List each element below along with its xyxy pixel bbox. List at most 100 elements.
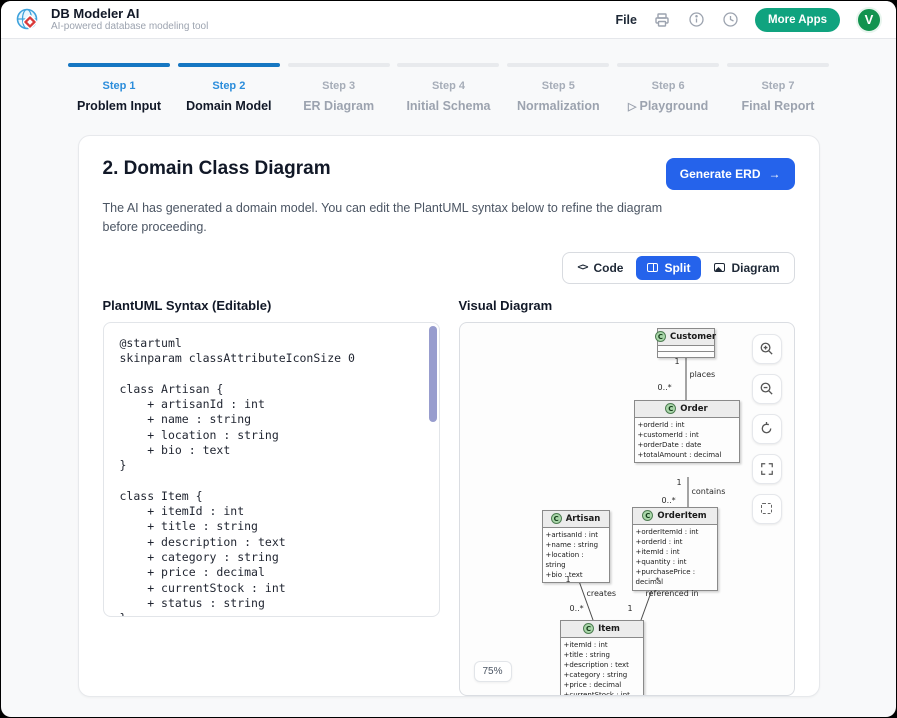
view-code-button[interactable]: <> Code <box>566 256 634 280</box>
attribute: +orderItemId : int <box>636 527 714 537</box>
fit-icon <box>761 503 772 514</box>
step-label: ▷Playground <box>617 99 719 113</box>
step-number: Step 2 <box>178 80 280 92</box>
attribute: +purchasePrice : decimal <box>636 567 714 587</box>
view-split-button[interactable]: Split <box>636 256 701 280</box>
code-icon: <> <box>577 262 587 273</box>
uml-class-order[interactable]: COrder +orderId : int +customerId : int … <box>634 400 740 464</box>
attribute: +itemId : int <box>636 547 714 557</box>
fullscreen-button[interactable] <box>752 454 782 484</box>
attribute: +bio : text <box>546 570 606 580</box>
plantuml-editor[interactable]: @startuml skinparam classAttributeIconSi… <box>103 322 440 617</box>
step-er-diagram[interactable]: Step 3 ER Diagram <box>288 63 390 113</box>
attribute: +totalAmount : decimal <box>638 450 736 460</box>
attribute: +quantity : int <box>636 557 714 567</box>
step-progress-bar <box>397 63 499 67</box>
fit-to-screen-button[interactable] <box>752 494 782 524</box>
step-problem-input[interactable]: Step 1 Problem Input <box>68 63 170 113</box>
uml-class-customer[interactable]: CCustomer <box>657 328 715 358</box>
reset-view-button[interactable] <box>752 414 782 444</box>
attribute: +title : string <box>564 650 640 660</box>
step-initial-schema[interactable]: Step 4 Initial Schema <box>397 63 499 113</box>
attribute: +location : string <box>546 550 606 570</box>
app-title: DB Modeler AI <box>51 7 208 22</box>
app-logo-icon <box>15 7 41 33</box>
more-apps-button[interactable]: More Apps <box>755 8 840 32</box>
view-diagram-button[interactable]: Diagram <box>703 256 790 280</box>
wizard-stepper: Step 1 Problem Input Step 2 Domain Model… <box>68 63 829 113</box>
step-number: Step 5 <box>507 80 609 92</box>
step-domain-model[interactable]: Step 2 Domain Model <box>178 63 280 113</box>
step-label: Final Report <box>727 99 829 113</box>
user-avatar[interactable]: V <box>856 7 882 33</box>
attribute: +itemId : int <box>564 640 640 650</box>
step-playground[interactable]: Step 6 ▷Playground <box>617 63 719 113</box>
step-number: Step 7 <box>727 80 829 92</box>
edge-label-creates: creates <box>587 589 617 598</box>
attribute: +name : string <box>546 540 606 550</box>
multiplicity-label: 1 <box>628 604 633 613</box>
print-icon[interactable] <box>653 11 671 29</box>
attribute: +category : string <box>564 670 640 680</box>
multiplicity-label: * <box>656 576 660 585</box>
step-number: Step 6 <box>617 80 719 92</box>
step-progress-bar <box>727 63 829 67</box>
image-icon <box>714 263 725 272</box>
step-normalization[interactable]: Step 5 Normalization <box>507 63 609 113</box>
plantuml-code[interactable]: @startuml skinparam classAttributeIconSi… <box>104 323 439 617</box>
play-icon: ▷ <box>628 101 636 113</box>
empty-compartment <box>658 351 714 357</box>
edge-label-referenced-in: referenced in <box>646 589 699 598</box>
diagram-canvas[interactable]: CCustomer COrder +orderId : int +custome… <box>459 322 795 696</box>
attribute: +orderId : int <box>636 537 714 547</box>
history-icon[interactable] <box>721 11 739 29</box>
attribute: +currentStock : int <box>564 690 640 695</box>
attribute: +description : text <box>564 660 640 670</box>
domain-model-panel: 2. Domain Class Diagram Generate ERD→ Th… <box>78 135 820 697</box>
uml-class-artisan[interactable]: CArtisan +artisanId : int +name : string… <box>542 510 610 584</box>
edge-label-contains: contains <box>692 487 726 496</box>
app-window: DB Modeler AI AI-powered database modeli… <box>1 1 896 717</box>
editor-heading: PlantUML Syntax (Editable) <box>103 298 440 313</box>
arrow-right-icon: → <box>769 167 781 181</box>
step-progress-bar <box>288 63 390 67</box>
app-subtitle: AI-powered database modeling tool <box>51 21 208 32</box>
step-label: ER Diagram <box>288 99 390 113</box>
zoom-level-badge: 75% <box>474 661 512 682</box>
step-progress-bar <box>617 63 719 67</box>
uml-class-item[interactable]: CItem +itemId : int +title : string +des… <box>560 620 644 696</box>
generate-erd-button[interactable]: Generate ERD→ <box>666 158 795 190</box>
app-header: DB Modeler AI AI-powered database modeli… <box>1 1 896 39</box>
panel-description: The AI has generated a domain model. You… <box>103 199 668 238</box>
attribute: +customerId : int <box>638 430 736 440</box>
split-icon <box>647 263 658 272</box>
zoom-in-button[interactable] <box>752 334 782 364</box>
zoom-out-button[interactable] <box>752 374 782 404</box>
class-icon: C <box>655 331 666 342</box>
class-icon: C <box>642 510 653 521</box>
file-menu[interactable]: File <box>615 13 637 27</box>
step-final-report[interactable]: Step 7 Final Report <box>727 63 829 113</box>
step-label: Normalization <box>507 99 609 113</box>
step-progress-bar <box>68 63 170 67</box>
step-progress-bar <box>507 63 609 67</box>
uml-class-orderitem[interactable]: COrderItem +orderItemId : int +orderId :… <box>632 507 718 591</box>
edge-label-places: places <box>690 370 716 379</box>
attribute: +artisanId : int <box>546 530 606 540</box>
step-label: Domain Model <box>178 99 280 113</box>
step-number: Step 4 <box>397 80 499 92</box>
view-mode-toggle: <> Code Split Diagram <box>562 252 794 284</box>
step-label: Initial Schema <box>397 99 499 113</box>
editor-scrollbar[interactable] <box>429 326 437 422</box>
page-title: 2. Domain Class Diagram <box>103 158 331 180</box>
step-label: Problem Input <box>68 99 170 113</box>
multiplicity-label: 0..* <box>570 604 584 613</box>
info-icon[interactable] <box>687 11 705 29</box>
diagram-controls <box>752 334 782 524</box>
brand-block: DB Modeler AI AI-powered database modeli… <box>51 7 208 33</box>
step-number: Step 1 <box>68 80 170 92</box>
class-icon: C <box>665 403 676 414</box>
attribute: +orderId : int <box>638 420 736 430</box>
class-icon: C <box>551 513 562 524</box>
multiplicity-label: 0..* <box>662 496 676 505</box>
